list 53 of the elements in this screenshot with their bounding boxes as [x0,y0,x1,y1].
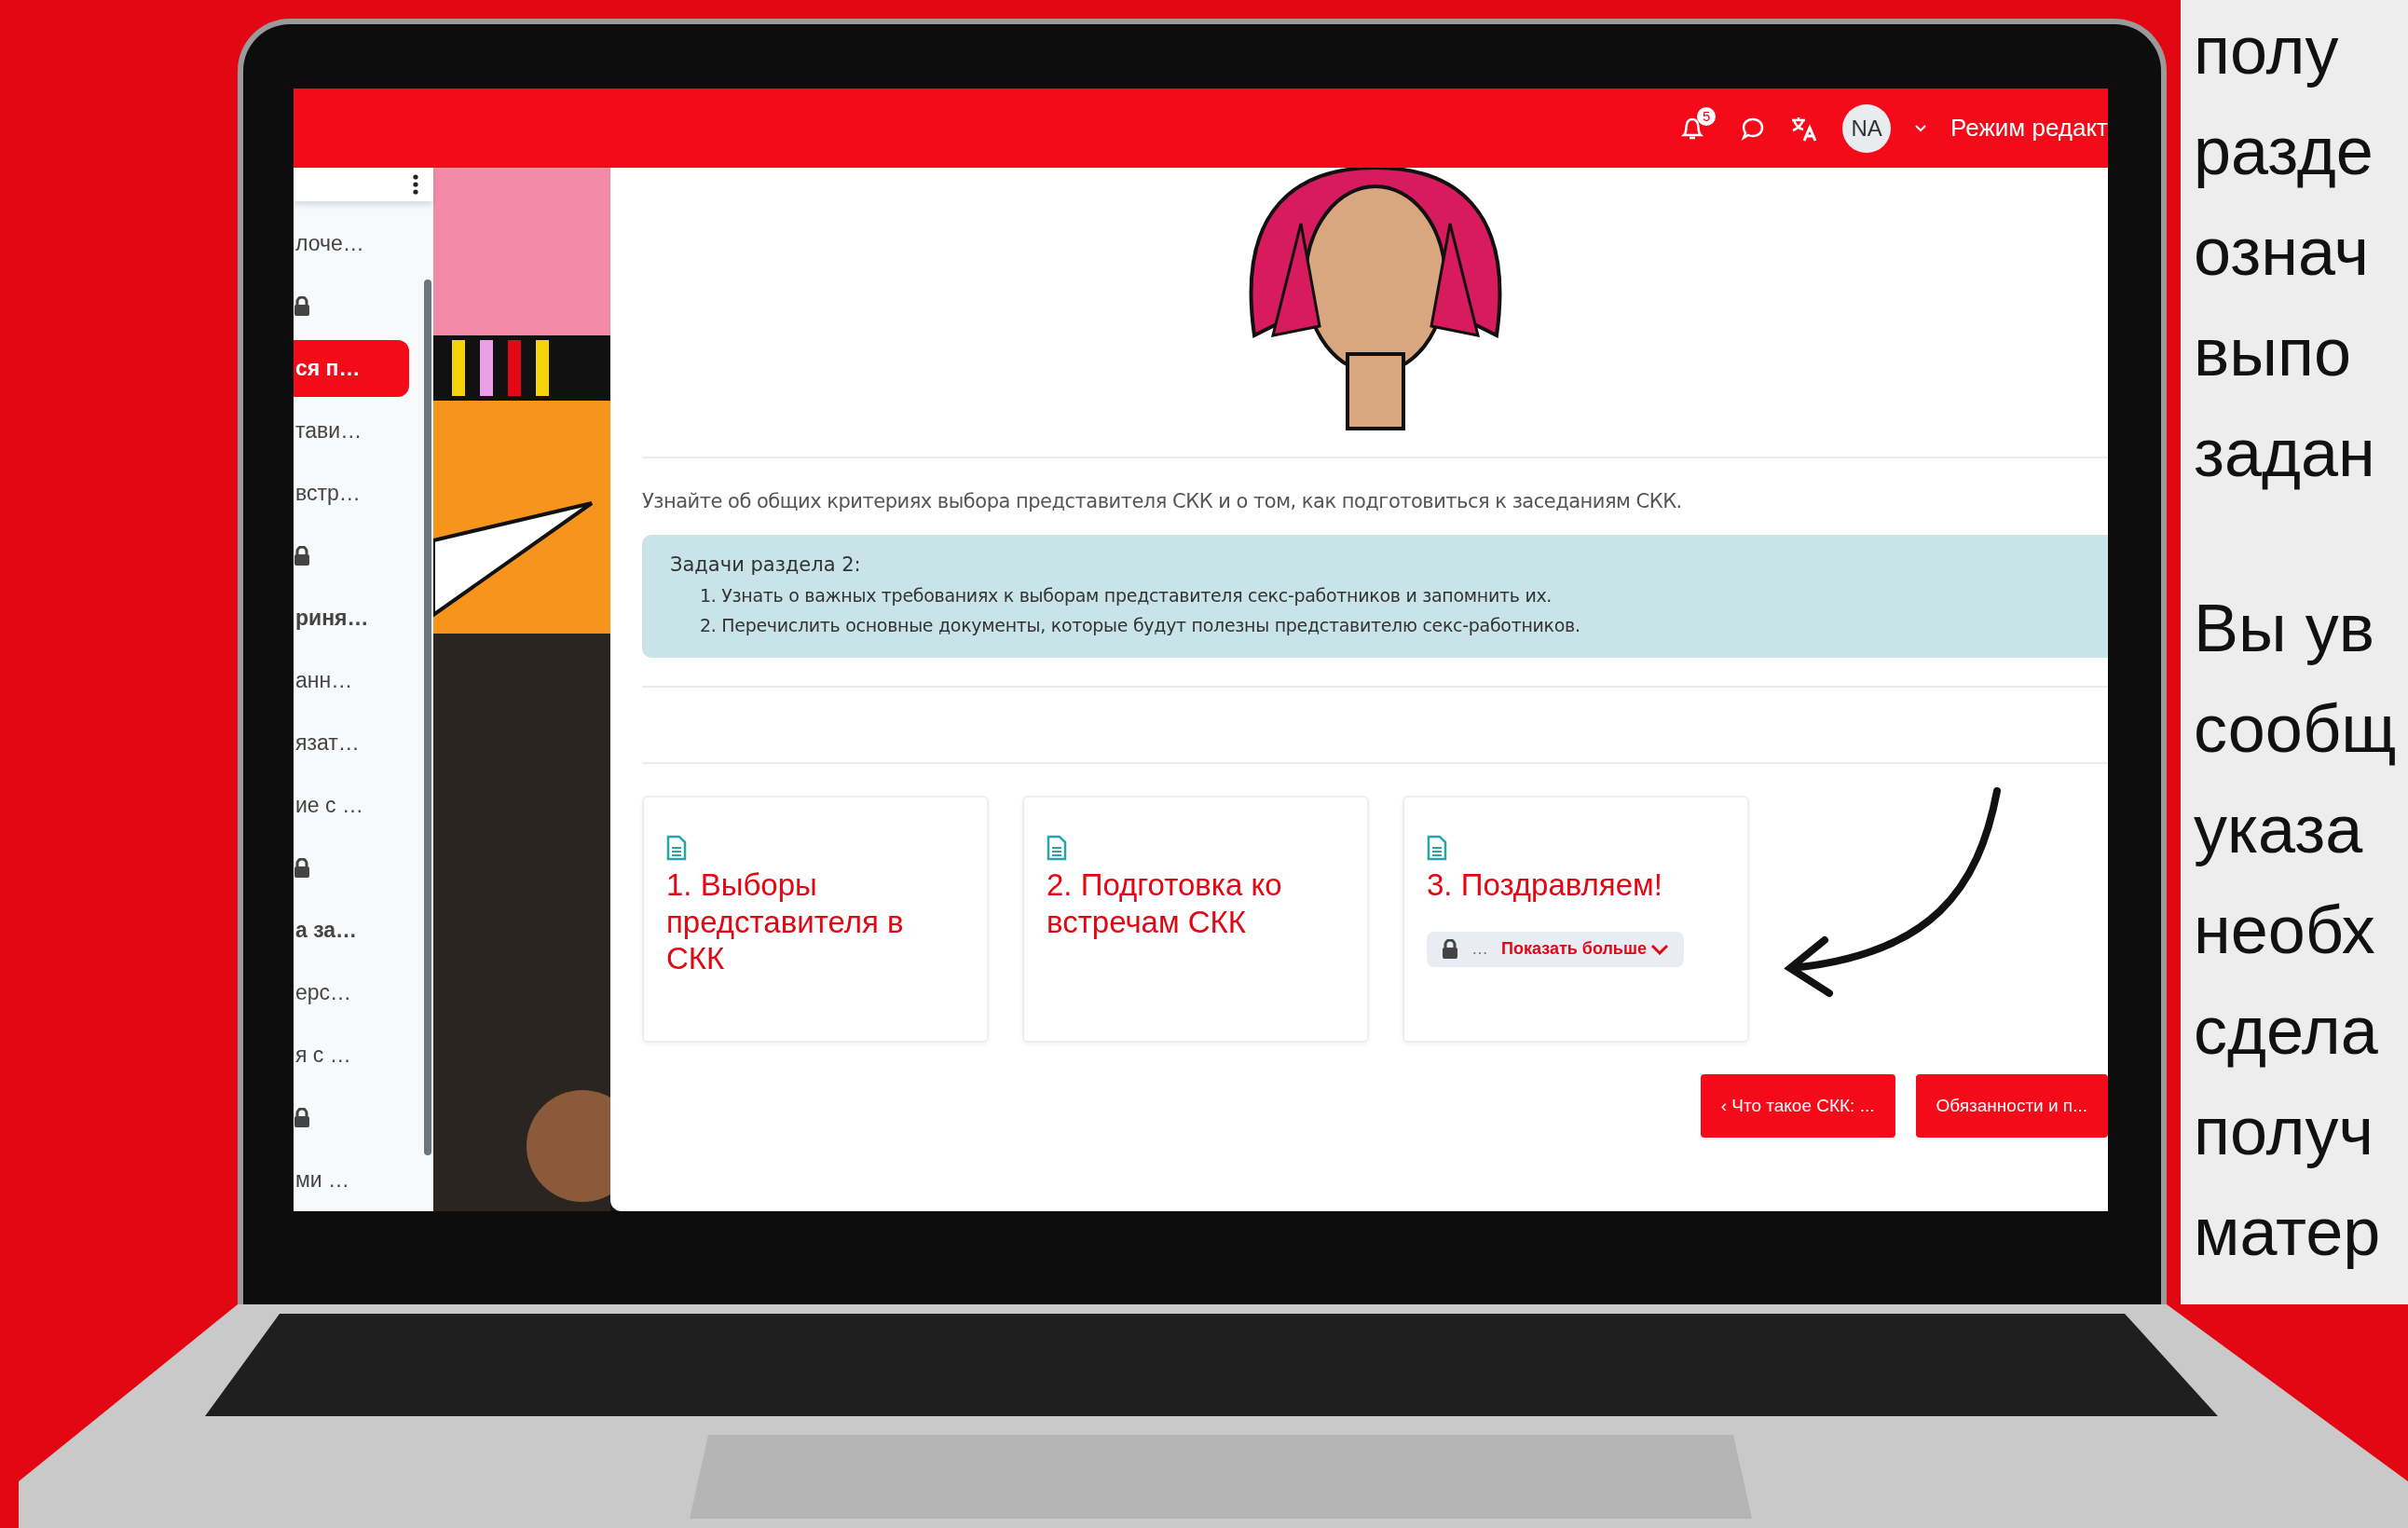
task-item: 2. Перечислить основные документы, которые будут полезны представителю секс-работников. [700,615,1581,635]
side-text-line: Вы ув [2194,590,2375,667]
lock-icon [294,1107,310,1128]
section-nav-button[interactable]: Обязанности и п... [1915,1074,2108,1138]
chevron-down-icon [1649,943,1669,955]
activity-title[interactable]: 2. Подготовка ко встречам СКК [1047,866,1345,941]
sidebar-item[interactable]: встр… [294,465,409,522]
user-avatar[interactable]: NA [1842,103,1892,153]
side-text-line: указа [2194,791,2363,868]
kebab-menu-icon[interactable] [413,174,418,195]
side-text-line: означ [2194,213,2369,291]
sidebar-item[interactable]: ерс… [294,964,409,1021]
task-item: 1. Узнать о важных требованиях к выборам представителя секс-работников и запомнить их. [700,585,1553,606]
lock-icon [294,545,310,566]
sidebar-item[interactable]: я с … [294,1027,409,1084]
side-text-line: полу [2194,12,2339,89]
activity-title[interactable]: 3. Поздравляем! [1427,866,1725,904]
lock-icon [1442,938,1458,960]
side-text-line: сдела [2194,992,2378,1070]
sidebar-item[interactable]: лоче… [294,215,409,272]
side-text-line: выпо [2194,314,2352,391]
document-icon [1047,835,1067,861]
sidebar-item[interactable]: ся п… [294,340,409,397]
sidebar-item[interactable]: ми … [294,1152,409,1208]
sidebar-item[interactable]: ие с … [294,777,409,834]
side-text-line: получ [2194,1093,2374,1170]
sidebar-item[interactable]: а за… [294,902,409,959]
section-description: Узнайте об общих критериях выбора представителя СКК и о том, как подготовиться к заседаниям СКК. [642,490,1683,512]
sidebar-item[interactable]: анн… [294,652,409,709]
side-text-line: матер [2194,1194,2381,1271]
edit-mode-label[interactable]: Режим редакт [1950,114,2108,143]
side-text-line: задан [2194,415,2375,492]
side-text-line: необх [2194,892,2375,969]
scrollbar[interactable] [424,280,431,1155]
sidebar-item[interactable]: тави… [294,402,409,459]
chevron-down-icon[interactable] [1915,124,1927,132]
section-nav-button[interactable]: ‹ Что такое СКК: ... [1700,1074,1895,1138]
sidebar-item[interactable]: риня… [294,590,409,647]
show-more-link[interactable]: Показать больше [1501,939,1669,960]
sidebar-item[interactable]: язат… [294,715,409,771]
side-text-line: сообщ [2194,690,2397,768]
activity-card[interactable]: 1. Выборы представителя в СКК [642,796,989,1043]
activity-card[interactable]: 3. Поздравляем! … Показать больше [1402,796,1749,1043]
side-text-line: разде [2194,113,2374,190]
ellipsis-text: … [1471,939,1488,960]
document-icon [1427,835,1447,861]
lock-icon [294,295,310,317]
activity-card[interactable]: 2. Подготовка ко встречам СКК [1022,796,1369,1043]
document-icon [666,835,687,861]
activity-title[interactable]: 1. Выборы представителя в СКК [666,866,965,977]
lock-icon [294,857,310,879]
notification-count: 5 [1697,106,1717,126]
tasks-title: Задачи раздела 2: [670,553,862,576]
